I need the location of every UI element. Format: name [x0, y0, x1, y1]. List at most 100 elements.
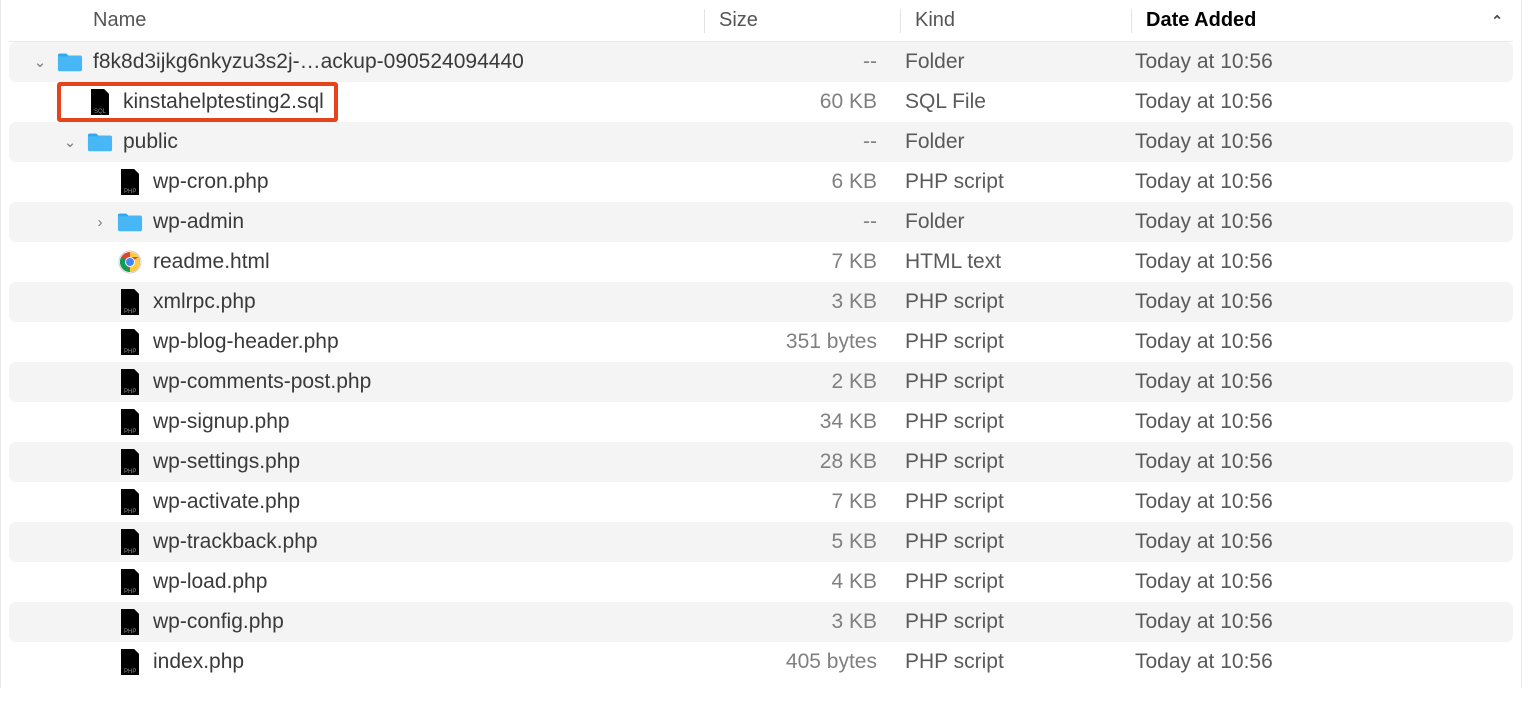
file-row[interactable]: readme.html7 KBHTML textToday at 10:56 — [9, 242, 1513, 282]
file-row[interactable]: PHPwp-load.php4 KBPHP scriptToday at 10:… — [9, 562, 1513, 602]
file-kind: PHP script — [899, 330, 1129, 354]
name-cell: ⌄ public — [9, 122, 704, 162]
file-date-added: Today at 10:56 — [1129, 450, 1513, 474]
name-cell: readme.html — [9, 242, 704, 282]
file-row[interactable]: PHPwp-comments-post.php2 KBPHP scriptTod… — [9, 362, 1513, 402]
file-date-added: Today at 10:56 — [1129, 130, 1513, 154]
name-cell: PHPindex.php — [9, 642, 704, 682]
file-row[interactable]: ⌄ f8k8d3ijkg6nkyzu3s2j-…ackup-09052409444… — [9, 42, 1513, 82]
file-size: 7 KB — [704, 490, 899, 514]
column-header-date-added[interactable]: Date Added ⌃ — [1132, 9, 1513, 32]
name-cell: PHPwp-blog-header.php — [9, 322, 704, 362]
folder-icon — [87, 130, 113, 154]
file-date-added: Today at 10:56 — [1129, 210, 1513, 234]
svg-text:PHP: PHP — [124, 429, 136, 435]
file-row[interactable]: PHPwp-activate.php7 KBPHP scriptToday at… — [9, 482, 1513, 522]
file-size: 7 KB — [704, 250, 899, 274]
chevron-down-icon[interactable]: ⌄ — [61, 133, 79, 151]
svg-text:PHP: PHP — [124, 629, 136, 635]
file-size: 28 KB — [704, 450, 899, 474]
svg-text:PHP: PHP — [124, 469, 136, 475]
file-kind: SQL File — [899, 90, 1129, 114]
file-name: wp-comments-post.php — [153, 370, 371, 394]
disclosure-spacer — [91, 493, 109, 511]
document-icon: PHP — [119, 448, 141, 476]
svg-text:PHP: PHP — [124, 389, 136, 395]
file-size: 351 bytes — [704, 330, 899, 354]
file-kind: PHP script — [899, 170, 1129, 194]
document-icon: PHP — [119, 408, 141, 436]
row-icon — [57, 46, 83, 78]
file-kind: PHP script — [899, 410, 1129, 434]
file-date-added: Today at 10:56 — [1129, 290, 1513, 314]
svg-text:SQL: SQL — [94, 109, 107, 115]
file-size: 3 KB — [704, 610, 899, 634]
file-size: 60 KB — [704, 90, 899, 114]
file-size: 3 KB — [704, 290, 899, 314]
chevron-down-icon[interactable]: ⌄ — [31, 53, 49, 71]
file-name: public — [123, 130, 178, 154]
file-kind: Folder — [899, 210, 1129, 234]
file-kind: Folder — [899, 50, 1129, 74]
document-icon: PHP — [119, 168, 141, 196]
svg-text:PHP: PHP — [124, 549, 136, 555]
file-row[interactable]: PHPwp-config.php3 KBPHP scriptToday at 1… — [9, 602, 1513, 642]
disclosure-spacer — [91, 293, 109, 311]
disclosure-spacer — [91, 613, 109, 631]
file-rows: ⌄ f8k8d3ijkg6nkyzu3s2j-…ackup-09052409444… — [9, 42, 1513, 682]
file-row[interactable]: ⌄public--FolderToday at 10:56 — [9, 122, 1513, 162]
row-icon: PHP — [117, 406, 143, 438]
disclosure-spacer — [91, 453, 109, 471]
svg-text:PHP: PHP — [124, 189, 136, 195]
file-row[interactable]: ›wp-admin--FolderToday at 10:56 — [9, 202, 1513, 242]
chevron-right-icon[interactable]: › — [91, 213, 109, 231]
file-date-added: Today at 10:56 — [1129, 90, 1513, 114]
sort-ascending-icon: ⌃ — [1491, 12, 1503, 29]
file-name: xmlrpc.php — [153, 290, 256, 314]
file-row[interactable]: PHPwp-trackback.php5 KBPHP scriptToday a… — [9, 522, 1513, 562]
row-icon: PHP — [117, 606, 143, 638]
column-header-name[interactable]: Name — [9, 9, 704, 32]
file-date-added: Today at 10:56 — [1129, 530, 1513, 554]
file-name: wp-config.php — [153, 610, 284, 634]
document-icon: SQL — [89, 88, 111, 116]
column-header-kind[interactable]: Kind — [901, 9, 1131, 32]
file-kind: HTML text — [899, 250, 1129, 274]
file-date-added: Today at 10:56 — [1129, 650, 1513, 674]
file-row[interactable]: PHPwp-signup.php34 KBPHP scriptToday at … — [9, 402, 1513, 442]
file-row[interactable]: PHPwp-cron.php6 KBPHP scriptToday at 10:… — [9, 162, 1513, 202]
name-cell: › wp-admin — [9, 202, 704, 242]
file-size: 34 KB — [704, 410, 899, 434]
file-row[interactable]: PHPwp-blog-header.php351 bytesPHP script… — [9, 322, 1513, 362]
document-icon: PHP — [119, 328, 141, 356]
file-kind: PHP script — [899, 610, 1129, 634]
file-name: wp-activate.php — [153, 490, 300, 514]
file-name: wp-signup.php — [153, 410, 290, 434]
file-row[interactable]: PHPxmlrpc.php3 KBPHP scriptToday at 10:5… — [9, 282, 1513, 322]
folder-icon — [57, 50, 83, 74]
row-icon: PHP — [117, 486, 143, 518]
disclosure-spacer — [61, 93, 79, 111]
file-name: wp-admin — [153, 210, 244, 234]
file-name: wp-settings.php — [153, 450, 300, 474]
row-icon: PHP — [117, 566, 143, 598]
document-icon: PHP — [119, 488, 141, 516]
folder-icon — [117, 210, 143, 234]
disclosure-spacer — [91, 653, 109, 671]
file-date-added: Today at 10:56 — [1129, 330, 1513, 354]
file-row[interactable]: SQLkinstahelptesting2.sql60 KBSQL FileTo… — [9, 82, 1513, 122]
file-name: readme.html — [153, 250, 270, 274]
file-date-added: Today at 10:56 — [1129, 50, 1513, 74]
row-icon: PHP — [117, 166, 143, 198]
disclosure-spacer — [91, 573, 109, 591]
disclosure-spacer — [91, 413, 109, 431]
name-cell: PHP xmlrpc.php — [9, 282, 704, 322]
file-row[interactable]: PHPindex.php405 bytesPHP scriptToday at … — [9, 642, 1513, 682]
file-name: f8k8d3ijkg6nkyzu3s2j-…ackup-090524094440 — [93, 50, 524, 74]
row-icon — [117, 246, 143, 278]
row-icon: PHP — [117, 526, 143, 558]
name-cell: PHPwp-load.php — [9, 562, 704, 602]
column-header-size[interactable]: Size — [705, 9, 900, 32]
file-row[interactable]: PHPwp-settings.php28 KBPHP scriptToday a… — [9, 442, 1513, 482]
svg-text:PHP: PHP — [124, 309, 136, 315]
